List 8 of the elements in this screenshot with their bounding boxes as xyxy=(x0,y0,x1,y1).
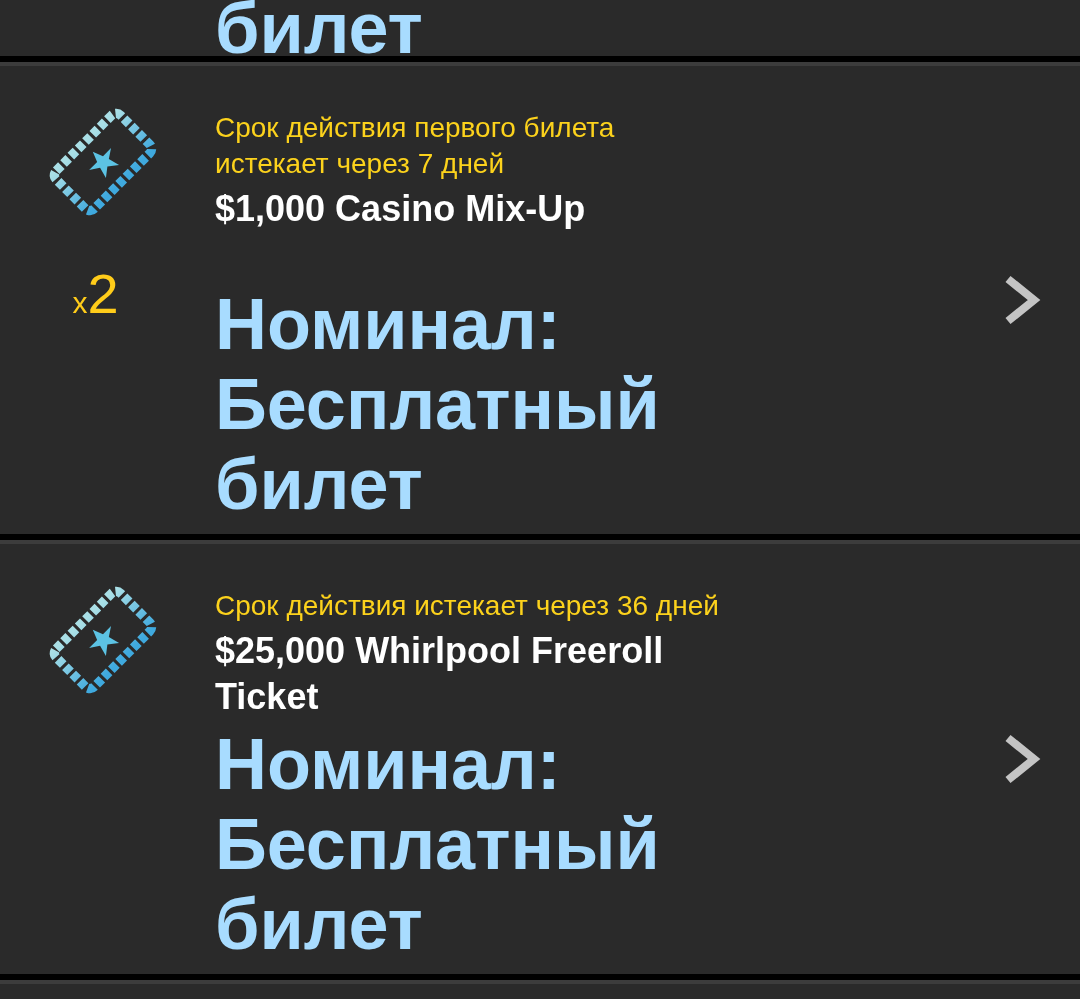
ticket-title: $1,000 Casino Mix-Up xyxy=(215,187,587,231)
expiry-text: Срок действия истекает через 36 дней xyxy=(215,589,720,623)
nominal-text: Номинал: Бесплатный билет xyxy=(215,284,661,524)
ticket-count: x2 xyxy=(72,266,119,322)
ticket-title: $25,000 Whirlpool Freeroll Ticket xyxy=(215,629,665,719)
nominal-text: Номинал: Бесплатный билет xyxy=(215,724,661,964)
expiry-text: Срок действия первого билета истекает через 7 дней xyxy=(215,111,616,181)
nominal-text: билет xyxy=(215,0,423,56)
